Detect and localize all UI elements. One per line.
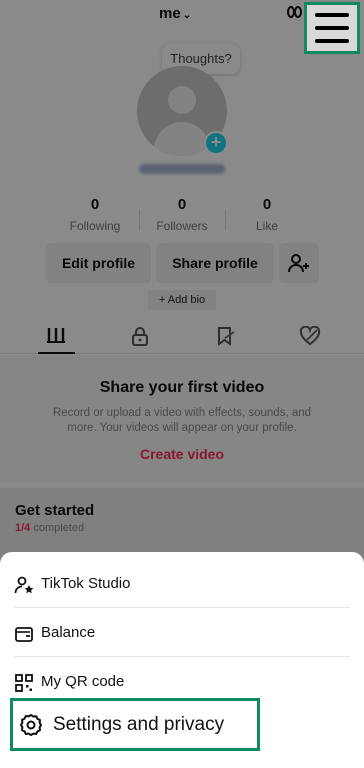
studio-icon	[14, 575, 34, 595]
settings-label: Settings and privacy	[53, 714, 225, 735]
gear-icon	[19, 713, 43, 737]
menu-item-settings-and-privacy[interactable]: Settings and privacy	[10, 698, 260, 751]
menu-item-label: TikTok Studio	[41, 575, 131, 592]
menu-button[interactable]	[304, 2, 360, 54]
wallet-icon	[14, 624, 34, 644]
menu-item-label: Balance	[41, 624, 96, 641]
menu-item-tiktok-studio[interactable]: TikTok Studio	[14, 560, 350, 609]
menu-divider	[14, 607, 350, 608]
menu-item-label: My QR code	[41, 673, 125, 690]
menu-item-balance[interactable]: Balance	[14, 609, 350, 658]
menu-divider	[14, 656, 350, 657]
qr-code-icon	[14, 673, 34, 693]
